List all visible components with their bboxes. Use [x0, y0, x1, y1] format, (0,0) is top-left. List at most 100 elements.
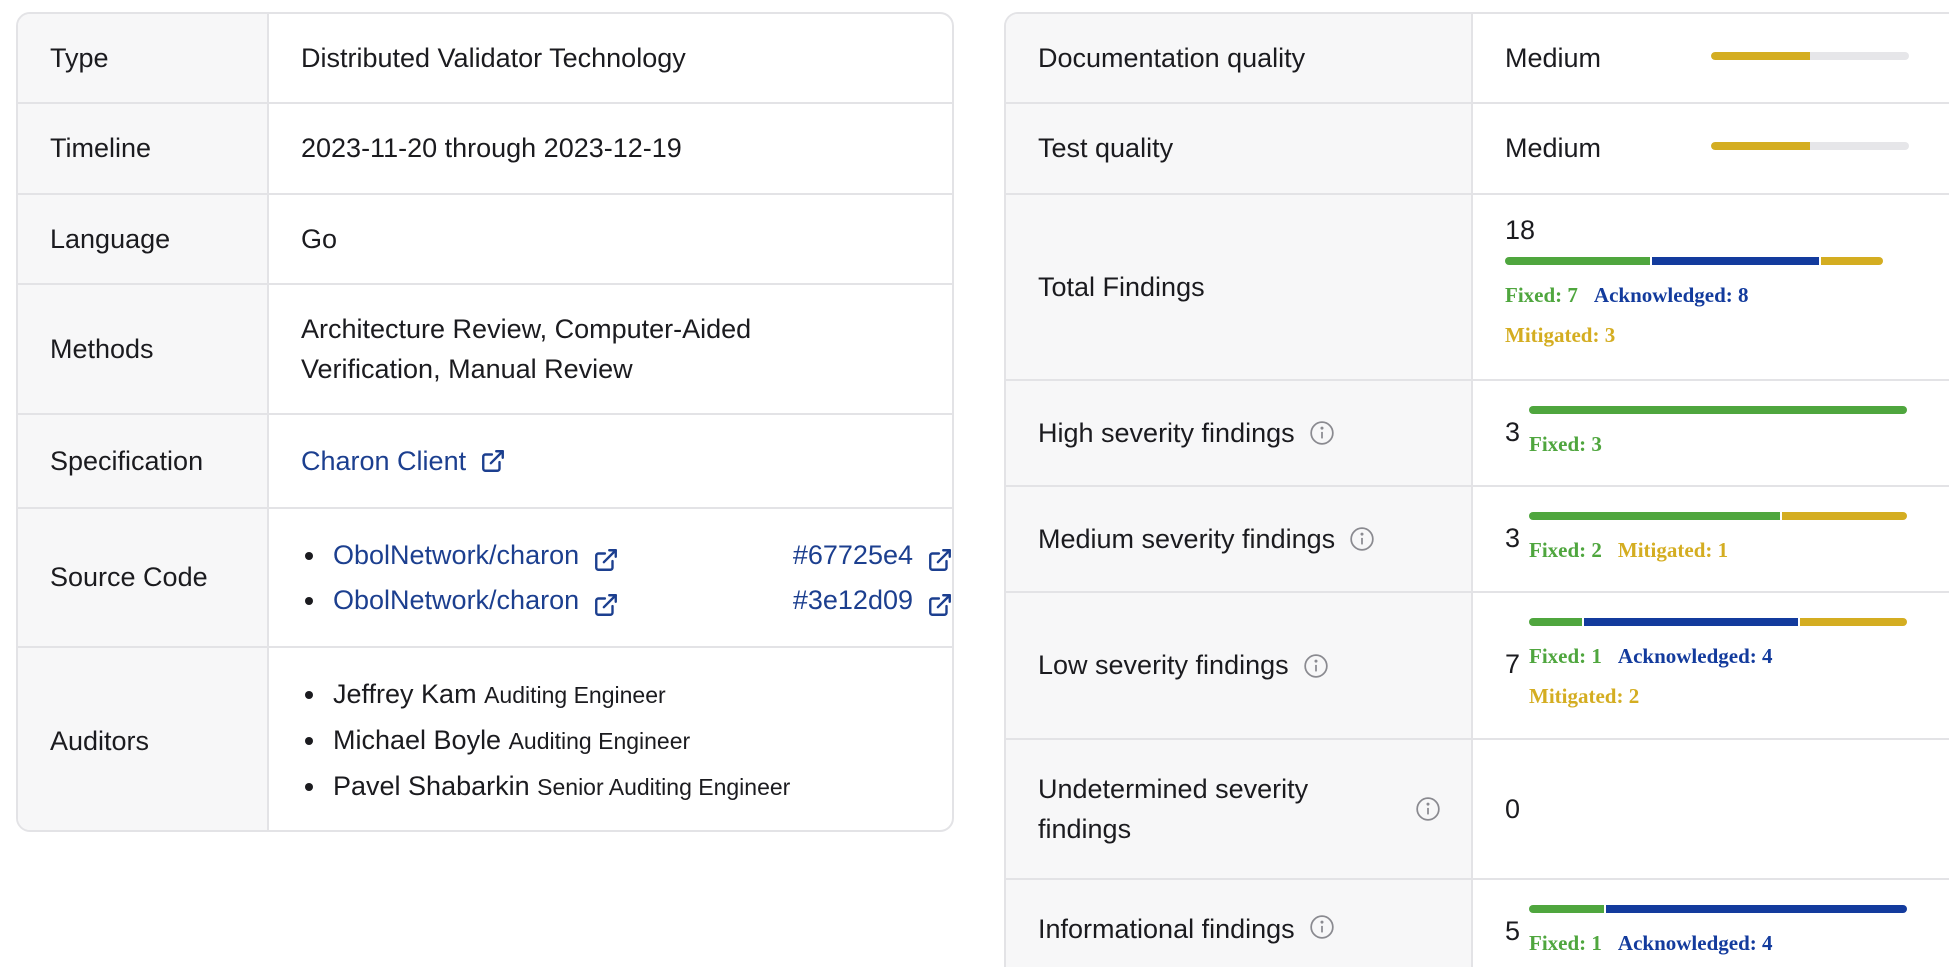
source-code-item: ObolNetwork/charon #67725e4 — [301, 533, 952, 578]
external-link-icon — [593, 542, 619, 571]
documentation-quality-bar — [1711, 52, 1909, 60]
methods-line-1: Architecture Review, Computer-Aided — [301, 314, 752, 344]
high-severity-value: 3 Fixed: 3 — [1473, 381, 1949, 485]
row-documentation-quality: Documentation quality Medium — [1006, 14, 1949, 104]
test-quality-text: Medium — [1505, 133, 1602, 163]
row-timeline: Timeline 2023-11-20 through 2023-12-19 — [18, 104, 952, 195]
source-code-item: ObolNetwork/charon #3e12d09 — [301, 578, 952, 623]
acknowledged-segment — [1652, 257, 1819, 265]
mitigated-count-label: Mitigated: 3 — [1505, 323, 1616, 347]
external-link-icon — [927, 587, 952, 616]
total-findings-label: Total Findings — [1006, 195, 1473, 379]
row-undetermined-severity: Undetermined severity findings 0 — [1006, 740, 1949, 880]
methods-value: Architecture Review, Computer-Aided Veri… — [269, 285, 952, 413]
row-informational: Informational findings 5 Fixed: 1 Acknowl… — [1006, 880, 1949, 967]
fixed-segment — [1529, 406, 1907, 414]
informational-bar — [1529, 905, 1907, 913]
auditor-role: Auditing Engineer — [508, 728, 691, 754]
high-severity-bar — [1529, 406, 1907, 414]
info-icon[interactable] — [1303, 653, 1329, 679]
test-quality-bar — [1711, 142, 1909, 150]
fixed-count-label: Fixed: 1 — [1529, 644, 1602, 668]
undetermined-severity-label: Undetermined severity findings — [1006, 740, 1473, 878]
total-findings-count: 18 — [1505, 215, 1536, 245]
commit-link-text: #3e12d09 — [792, 584, 913, 615]
timeline-value: 2023-11-20 through 2023-12-19 — [301, 133, 682, 163]
informational-count: 5 — [1505, 916, 1521, 946]
fixed-segment — [1529, 618, 1583, 626]
high-severity-legend: Fixed: 3 — [1529, 432, 1618, 457]
commit-link[interactable]: #67725e4 — [792, 533, 952, 578]
low-severity-value: 7 Fixed: 1 Acknowledged: 4 Mitigated: 2 — [1473, 593, 1949, 738]
type-value: Distributed Validator Technology — [301, 42, 686, 73]
info-icon[interactable] — [1349, 526, 1375, 552]
test-quality-fill — [1711, 142, 1810, 150]
auditors-label: Auditors — [18, 648, 269, 830]
commit-link-text: #67725e4 — [792, 539, 913, 570]
row-language: Language Go — [18, 195, 952, 285]
specification-value: Charon Client — [269, 415, 952, 507]
row-high-severity: High severity findings 3 Fixed: 3 — [1006, 381, 1949, 487]
row-auditors: Auditors Jeffrey Kam Auditing Engineer M… — [18, 648, 952, 830]
timeline-label: Timeline — [18, 104, 269, 193]
acknowledged-segment — [1606, 905, 1907, 913]
acknowledged-count-label: Acknowledged: 4 — [1617, 644, 1773, 668]
charon-client-link[interactable]: Charon Client — [301, 446, 506, 477]
total-findings-legend-2: Mitigated: 3 — [1505, 323, 1631, 348]
repo-link[interactable]: ObolNetwork/charon — [333, 578, 619, 623]
fixed-count-label: Fixed: 2 — [1529, 538, 1602, 562]
charon-client-link-text: Charon Client — [301, 445, 467, 476]
commit-link[interactable]: #3e12d09 — [792, 578, 952, 623]
test-quality-label: Test quality — [1006, 104, 1473, 193]
fixed-count-label: Fixed: 3 — [1529, 432, 1602, 456]
high-severity-label: High severity findings — [1006, 381, 1473, 485]
auditor-name: Jeffrey Kam — [333, 679, 477, 709]
findings-summary-table: Documentation quality Medium Test qualit… — [1004, 12, 1949, 967]
medium-severity-legend: Fixed: 2 Mitigated: 1 — [1529, 538, 1744, 563]
undetermined-severity-label-text: Undetermined severity findings — [1038, 769, 1308, 849]
row-methods: Methods Architecture Review, Computer-Ai… — [18, 285, 952, 415]
total-findings-bar — [1505, 257, 1883, 265]
external-link-icon — [927, 542, 952, 571]
high-severity-label-text: High severity findings — [1038, 417, 1295, 448]
info-icon[interactable] — [1309, 420, 1335, 446]
undetermined-severity-count: 0 — [1505, 793, 1521, 824]
fixed-segment — [1505, 257, 1651, 265]
undetermined-severity-value: 0 — [1473, 740, 1949, 878]
total-findings-legend: Fixed: 7 Acknowledged: 8 — [1505, 283, 1765, 308]
documentation-quality-value: Medium — [1473, 14, 1949, 102]
auditor-name: Michael Boyle — [333, 725, 502, 755]
source-code-list: ObolNetwork/charon #67725e4 ObolNetwork/… — [301, 533, 952, 623]
type-label: Type — [18, 14, 269, 102]
row-type: Type Distributed Validator Technology — [18, 14, 952, 104]
info-icon[interactable] — [1415, 796, 1441, 822]
low-severity-legend: Fixed: 1 Acknowledged: 4 — [1529, 644, 1789, 669]
auditor-role: Auditing Engineer — [484, 682, 666, 708]
row-test-quality: Test quality Medium — [1006, 104, 1949, 195]
external-link-icon — [593, 587, 619, 616]
row-medium-severity: Medium severity findings 3 Fixed: 2 Mitig… — [1006, 487, 1949, 593]
mitigated-segment — [1820, 257, 1883, 265]
auditor-name: Pavel Shabarkin — [333, 771, 530, 801]
documentation-quality-text: Medium — [1505, 42, 1602, 73]
info-icon[interactable] — [1309, 914, 1335, 940]
specification-label: Specification — [18, 415, 269, 507]
acknowledged-segment — [1584, 618, 1799, 626]
documentation-quality-label: Documentation quality — [1006, 14, 1473, 102]
low-severity-count: 7 — [1505, 649, 1521, 679]
fixed-count-label: Fixed: 1 — [1529, 931, 1602, 955]
low-severity-label-text: Low severity findings — [1038, 650, 1289, 680]
medium-severity-label: Medium severity findings — [1006, 487, 1473, 591]
row-total-findings: Total Findings 18 Fixed: 7 Acknowledged: … — [1006, 195, 1949, 381]
acknowledged-count-label: Acknowledged: 4 — [1617, 931, 1773, 955]
total-findings-value: 18 Fixed: 7 Acknowledged: 8 Mitigated: 3 — [1473, 195, 1949, 379]
informational-value: 5 Fixed: 1 Acknowledged: 4 — [1473, 880, 1949, 967]
row-specification: Specification Charon Client — [18, 415, 952, 509]
repo-link[interactable]: ObolNetwork/charon — [333, 533, 619, 578]
auditor-item: Pavel Shabarkin Senior Auditing Engineer — [301, 764, 790, 810]
medium-severity-bar — [1529, 512, 1907, 520]
undetermined-severity-label-line-2: findings — [1038, 814, 1132, 844]
medium-severity-value: 3 Fixed: 2 Mitigated: 1 — [1473, 487, 1949, 591]
documentation-quality-fill — [1711, 52, 1810, 60]
fixed-count-label: Fixed: 7 — [1505, 283, 1578, 307]
